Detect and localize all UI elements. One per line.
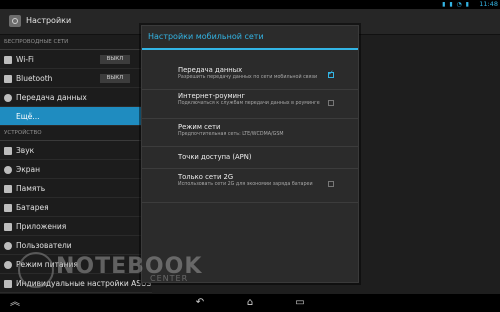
- mobile-network-settings-dialog: Настройки мобильной сети Передача данных…: [141, 25, 359, 283]
- option-network-mode[interactable]: Режим сети Предпочтительная сеть: LTE/WC…: [142, 119, 358, 147]
- bluetooth-toggle[interactable]: ВЫКЛ: [100, 74, 130, 83]
- status-icons: ▮ ▮ ◔ ▮: [442, 1, 470, 8]
- section-header-wireless: Беспроводные сети: [0, 35, 152, 50]
- sidebar-item-more[interactable]: Ещё...: [0, 107, 152, 126]
- sidebar-item-label: Приложения: [16, 222, 67, 231]
- sidebar-item-label: Экран: [16, 165, 41, 174]
- status-bar: ▮ ▮ ◔ ▮ 11:48: [0, 0, 500, 9]
- data-enabled-checkbox[interactable]: [328, 69, 334, 78]
- option-title: Точки доступа (APN): [178, 153, 252, 161]
- option-data-enabled[interactable]: Передача данных Разрешить передачу данны…: [142, 64, 358, 90]
- sidebar-item-storage[interactable]: Память: [0, 179, 152, 198]
- storage-icon: [4, 185, 12, 193]
- settings-app-icon[interactable]: [9, 15, 21, 27]
- sidebar-item-apps[interactable]: Приложения: [0, 217, 152, 236]
- sidebar-item-battery[interactable]: Батарея: [0, 198, 152, 217]
- dialog-title: Настройки мобильной сети: [148, 32, 264, 41]
- status-clock: 11:48: [479, 0, 498, 8]
- users-icon: [4, 242, 12, 250]
- sidebar-item-label: Пользователи: [16, 241, 72, 250]
- bluetooth-icon: [4, 75, 12, 83]
- sidebar-item-label: Wi-Fi: [16, 55, 34, 64]
- action-bar-title: Настройки: [26, 16, 72, 25]
- sidebar-item-display[interactable]: Экран: [0, 160, 152, 179]
- option-summary: Подключаться к службам передачи данных в…: [178, 101, 320, 106]
- sidebar-item-wifi[interactable]: Wi-Fi ВЫКЛ: [0, 50, 152, 69]
- option-title: Только сети 2G: [178, 173, 234, 181]
- option-summary: Предпочтительная сеть: LTE/WCDMA/GSM: [178, 132, 284, 137]
- sidebar-item-bluetooth[interactable]: Bluetooth ВЫКЛ: [0, 69, 152, 88]
- data-usage-icon: [4, 94, 12, 102]
- watermark-logo-icon: [18, 252, 54, 288]
- navigation-bar: ︽ ↶ ⌂ ▭: [0, 294, 500, 312]
- notebook-center-watermark: NOTEBOOK CENTER: [18, 252, 218, 292]
- recents-icon[interactable]: ▭: [292, 297, 308, 309]
- option-access-points[interactable]: Точки доступа (APN): [142, 147, 358, 169]
- home-icon[interactable]: ⌂: [242, 297, 258, 309]
- option-summary: Использовать сети 2G для экономии заряда…: [178, 182, 313, 187]
- sound-icon: [4, 147, 12, 155]
- data-roaming-checkbox[interactable]: [328, 100, 334, 106]
- dialog-title-divider: [142, 48, 358, 50]
- battery-icon: [4, 204, 12, 212]
- sidebar-item-data-usage[interactable]: Передача данных: [0, 88, 152, 107]
- power-icon: [4, 261, 12, 269]
- wifi-toggle[interactable]: ВЫКЛ: [100, 55, 130, 64]
- sidebar-item-label: Батарея: [16, 203, 49, 212]
- back-icon[interactable]: ↶: [192, 297, 208, 309]
- sidebar-item-label: Передача данных: [16, 93, 87, 102]
- apps-icon: [4, 223, 12, 231]
- option-summary: Разрешить передачу данных по сети мобиль…: [178, 75, 318, 80]
- section-header-device: Устройство: [0, 126, 152, 141]
- sidebar-item-label: Звук: [16, 146, 35, 155]
- 2g-only-checkbox[interactable]: [328, 181, 334, 187]
- sidebar-item-label: Ещё...: [16, 112, 40, 121]
- option-title: Режим сети: [178, 123, 221, 131]
- option-data-roaming[interactable]: Интернет-роуминг Подключаться к службам …: [142, 90, 358, 119]
- wifi-icon: [4, 56, 12, 64]
- menu-icon[interactable]: ︽: [7, 297, 23, 309]
- display-icon: [4, 166, 12, 174]
- option-2g-only[interactable]: Только сети 2G Использовать сети 2G для …: [142, 169, 358, 203]
- option-title: Передача данных: [178, 66, 243, 74]
- sidebar-item-label: Bluetooth: [16, 74, 53, 83]
- sidebar-item-sound[interactable]: Звук: [0, 141, 152, 160]
- option-title: Интернет-роуминг: [178, 92, 246, 100]
- sidebar-item-label: Память: [16, 184, 46, 193]
- watermark-sub-text: CENTER: [150, 274, 189, 283]
- asus-settings-icon: [4, 280, 12, 288]
